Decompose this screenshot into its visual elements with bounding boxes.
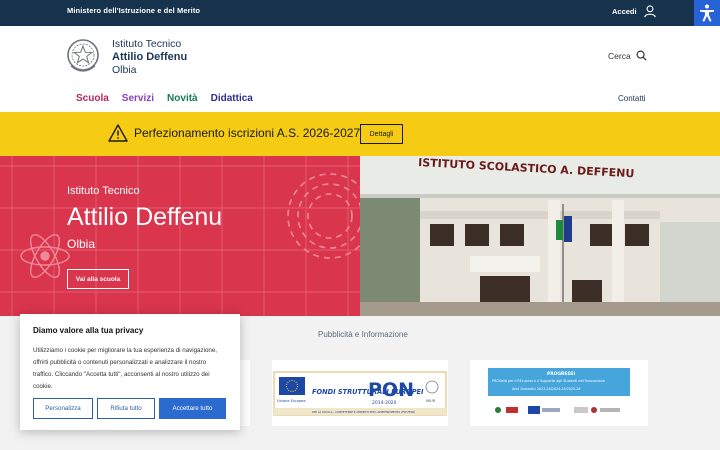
progressi-line-1: PROGetti per il REcupero e il Supporto a…	[492, 379, 605, 383]
school-photo: ISTITUTO SCOLASTICO A. DEFFENU	[360, 156, 720, 316]
nav-item-novita[interactable]: Novità	[167, 93, 198, 104]
progressi-head: PROGRESSI	[547, 371, 575, 377]
republic-emblem-icon[interactable]	[66, 38, 100, 74]
pon-card[interactable]: Unione Europea FONDI STRUTTURALI EUROPEI…	[272, 360, 448, 426]
cookie-consent-dialog: Diamo valore alla tua privacy Utilizziam…	[20, 314, 240, 430]
publicity-title: Pubblicità e Informazione	[318, 330, 408, 339]
cookie-body: Utilizziamo i cookie per migliorare la t…	[33, 347, 217, 390]
alert-banner: Perfezionamento iscrizioni A.S. 2026-202…	[0, 112, 720, 156]
progressi-card[interactable]: PROGRESSI PROGetti per il REcupero e il …	[470, 360, 648, 426]
accept-all-button[interactable]: Accettare tutto	[159, 398, 226, 419]
reject-all-button[interactable]: Rifiuta tutto	[97, 398, 155, 419]
nav-item-servizi[interactable]: Servizi	[122, 93, 154, 104]
hero-pattern	[0, 156, 360, 316]
hero-panel: Istituto Tecnico Attilio Deffenu Olbia V…	[0, 156, 360, 316]
accessibility-icon	[700, 4, 714, 22]
visit-school-button[interactable]: Vai alla scuola	[67, 269, 129, 289]
institute-name[interactable]: Istituto Tecnico Attilio Deffenu Olbia	[112, 38, 187, 77]
nav-item-scuola[interactable]: Scuola	[76, 93, 109, 104]
cookie-actions: Personalizza Rifiuta tutto Accettare tut…	[33, 398, 226, 419]
login-label: Accedi	[612, 6, 637, 16]
customize-cookies-button[interactable]: Personalizza	[33, 398, 93, 419]
institute-line-3: Olbia	[112, 64, 137, 76]
left-card-edge	[240, 360, 250, 426]
ministry-link[interactable]: Ministero dell'Istruzione e del Merito	[67, 6, 200, 15]
search-icon	[636, 50, 647, 61]
pon-footer: PER LA SCUOLA - COMPETENZE E AMBIENTI PE…	[312, 410, 415, 414]
progressi-line-2: Anni Scolastici 2023-24/2024-25/2025-26	[512, 387, 581, 391]
search-button[interactable]: Cerca	[608, 50, 647, 61]
user-icon	[643, 5, 656, 18]
contacts-link[interactable]: Contatti	[618, 94, 646, 103]
hero-city: Olbia	[67, 237, 96, 251]
details-button[interactable]: Dettagli	[360, 124, 403, 144]
progressi-banner: PROGRESSI PROGetti per il REcupero e il …	[488, 368, 630, 414]
login-button[interactable]: Accedi	[612, 4, 657, 18]
alert-message: Perfezionamento iscrizioni A.S. 2026-202…	[134, 126, 361, 140]
top-bar: Ministero dell'Istruzione e del Merito A…	[0, 0, 720, 26]
pon-logo: PON	[368, 379, 414, 401]
nav-item-didattica[interactable]: Didattica	[211, 93, 253, 104]
search-label: Cerca	[608, 50, 631, 61]
institute-line-1: Istituto Tecnico	[112, 38, 182, 50]
site-header: Istituto Tecnico Attilio Deffenu Olbia C…	[0, 26, 720, 112]
pon-miur: MIUR	[426, 399, 436, 403]
hero-title: Attilio Deffenu	[67, 203, 223, 231]
main-nav: Scuola Servizi Novità Didattica	[76, 93, 253, 104]
pon-eu: Unione Europea	[277, 399, 306, 403]
pon-years: 2014-2020	[372, 400, 397, 406]
warning-icon	[108, 124, 128, 142]
accessibility-button[interactable]	[694, 0, 720, 26]
institute-line-2: Attilio Deffenu	[112, 51, 188, 63]
school-building-image: ISTITUTO SCOLASTICO A. DEFFENU	[360, 156, 720, 316]
cookie-title: Diamo valore alla tua privacy	[33, 326, 144, 335]
pon-banner: Unione Europea FONDI STRUTTURALI EUROPEI…	[273, 371, 447, 416]
hero-kicker: Istituto Tecnico	[67, 185, 140, 197]
